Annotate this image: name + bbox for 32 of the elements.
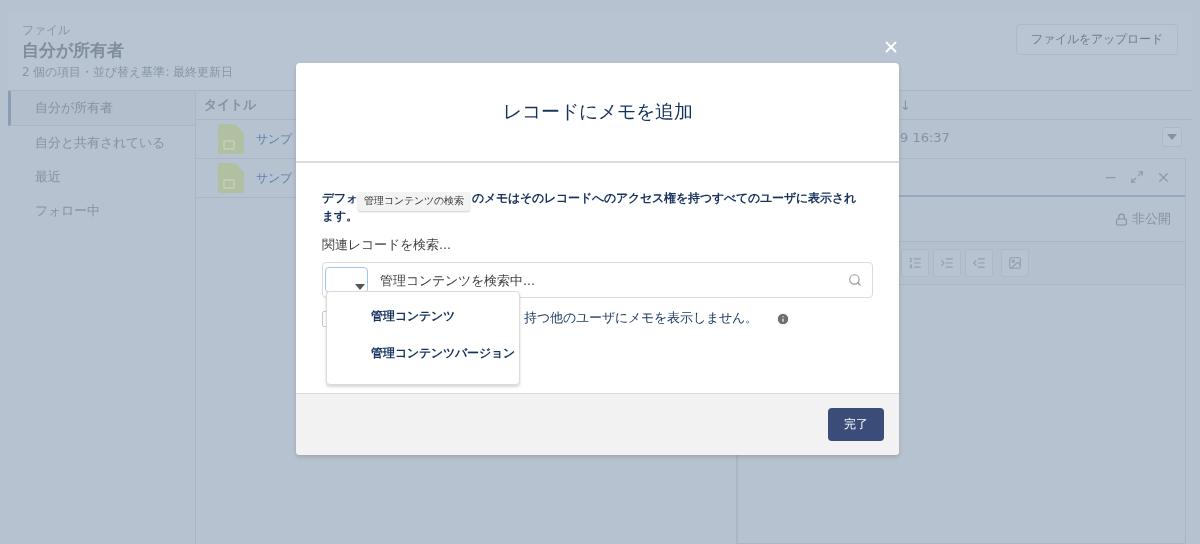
notice-text: デフォ (322, 190, 358, 207)
lock-icon (1115, 212, 1128, 226)
info-icon[interactable] (776, 311, 790, 326)
option-label: 持つ他のユーザにメモを表示しません。 (524, 310, 758, 327)
outdent-icon (972, 256, 986, 270)
file-link[interactable]: サンプ (256, 169, 292, 187)
object-dropdown[interactable] (325, 267, 368, 293)
file-icon (218, 163, 244, 193)
search-label: 関連レコードを検索... (322, 237, 452, 254)
row-menu-button[interactable] (1162, 127, 1182, 147)
tooltip: 管理コンテンツの検索 (358, 192, 470, 211)
menu-item[interactable]: 管理コンテンツ (327, 298, 519, 335)
search-box[interactable]: 管理コンテンツを検索中... (322, 262, 873, 298)
indent-icon (940, 256, 954, 270)
expand-icon[interactable] (1130, 170, 1144, 184)
notice-text: ます。 (322, 208, 358, 225)
indent-button[interactable] (933, 249, 961, 277)
image-icon (1008, 256, 1022, 270)
file-link[interactable]: サンプ (256, 130, 292, 148)
done-button[interactable]: 完了 (828, 408, 884, 441)
modal-title: レコードにメモを追加 (502, 99, 693, 124)
file-icon (218, 124, 244, 154)
image-button[interactable] (1001, 249, 1029, 277)
numbered-list-button[interactable] (901, 249, 929, 277)
outdent-button[interactable] (965, 249, 993, 277)
notice-text: のメモはそのレコードへのアクセス権を持つすべてのユーザに表示され (472, 190, 856, 207)
search-icon (848, 273, 862, 287)
sort-arrow[interactable]: ↓ (900, 97, 911, 113)
caret-icon (1167, 134, 1177, 140)
numbered-list-icon (908, 256, 922, 270)
page-title: 自分が所有者 (22, 39, 125, 62)
menu-item[interactable]: 管理コンテンツバージョン (327, 335, 519, 372)
